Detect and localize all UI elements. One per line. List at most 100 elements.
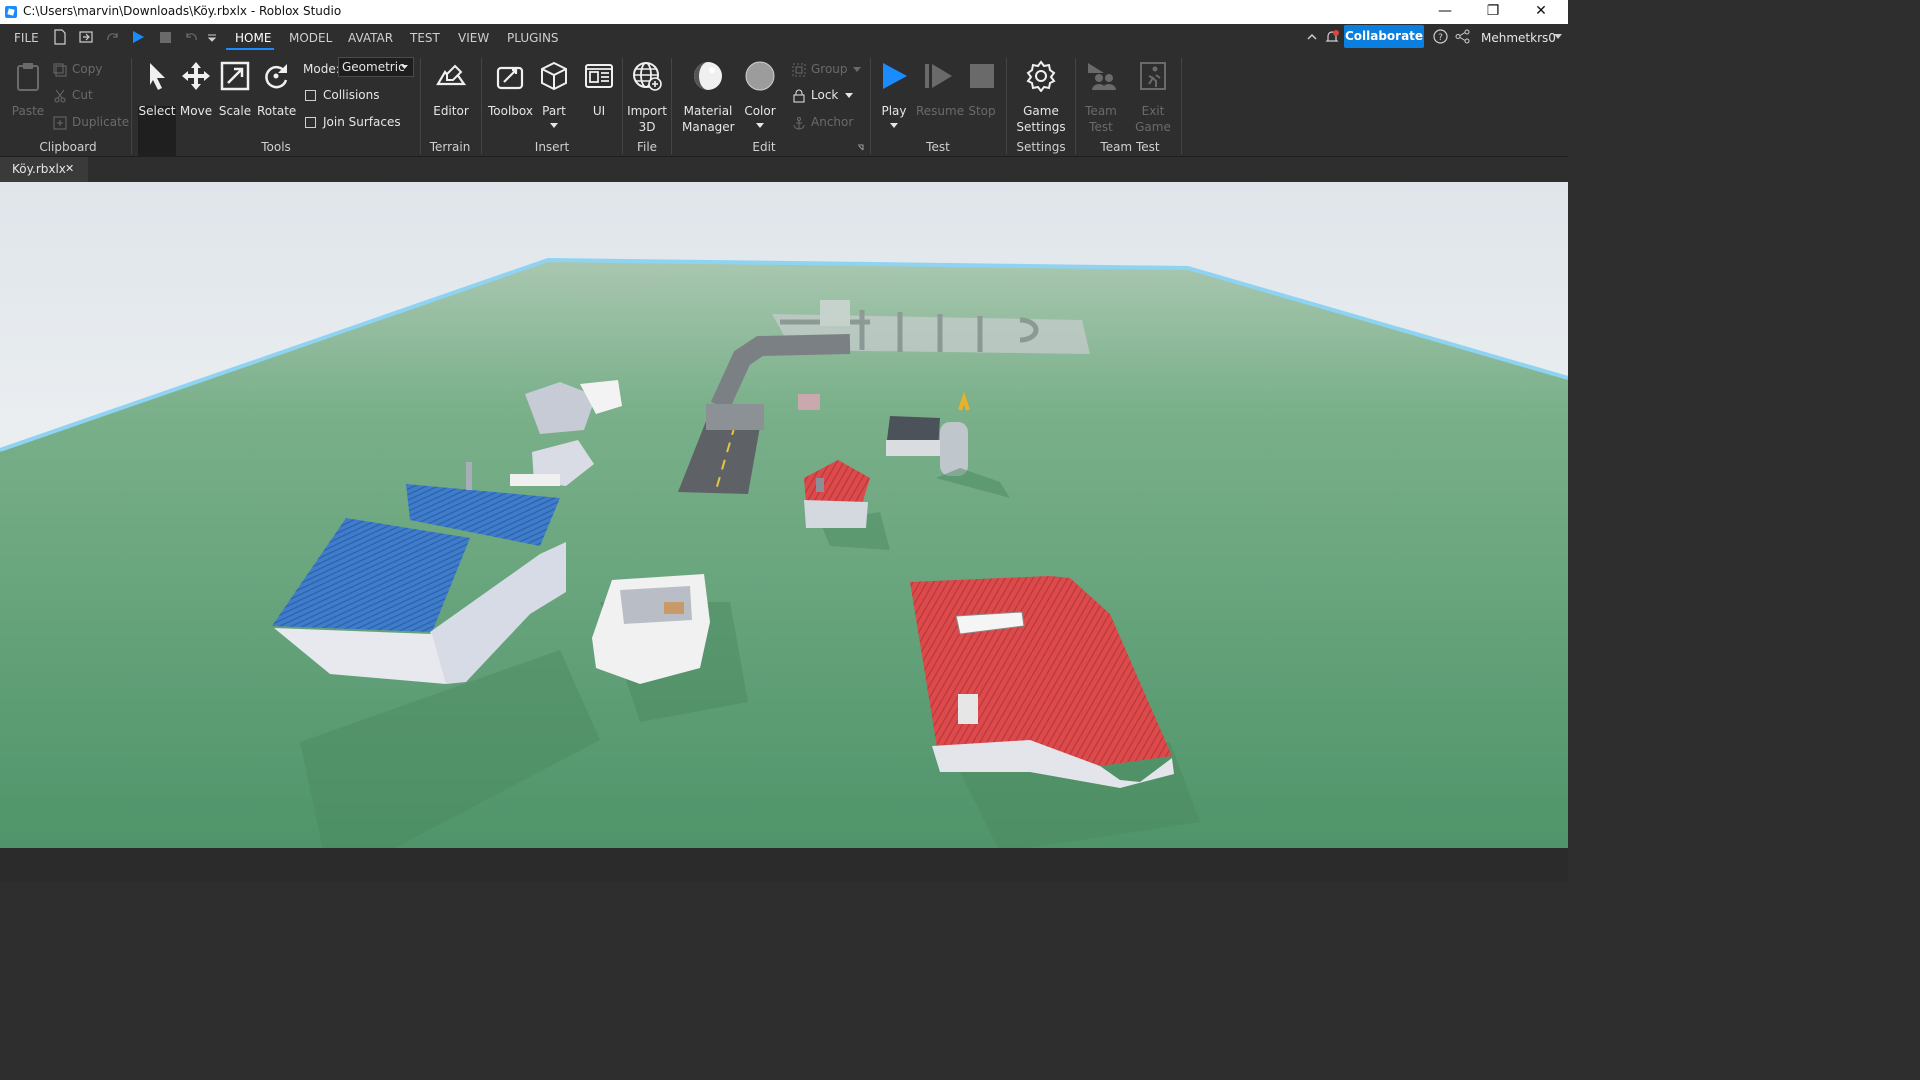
rotate-tool-button[interactable]: Rotate [257, 60, 297, 119]
minimize-button[interactable]: — [1422, 0, 1468, 24]
scale-tool-button[interactable]: Scale [217, 60, 253, 119]
group-icon [792, 63, 806, 76]
quick-access-dropdown-icon[interactable] [207, 29, 217, 45]
part-button[interactable]: Part [536, 60, 572, 129]
lock-dropdown-icon[interactable] [845, 93, 853, 99]
terrain-editor-icon [436, 64, 467, 86]
resume-icon [925, 64, 952, 88]
copy-button[interactable]: Copy [53, 62, 102, 77]
publish-icon[interactable] [79, 29, 93, 45]
mode-value: Geometric [342, 60, 405, 74]
lock-button[interactable]: Lock [792, 88, 838, 103]
document-tab-close-button[interactable]: ✕ [65, 162, 74, 175]
separator [131, 58, 132, 154]
color-button[interactable]: Color [742, 60, 778, 129]
clipboard-group-label: Clipboard [39, 140, 97, 154]
collisions-toggle[interactable]: Collisions [305, 88, 380, 102]
scale-label: Scale [218, 104, 252, 118]
redo-icon[interactable] [105, 29, 119, 45]
game-settings-label-1: Game [1023, 104, 1059, 118]
tab-model[interactable]: MODEL [289, 31, 332, 45]
play-button[interactable]: Play [876, 60, 912, 129]
tab-test[interactable]: TEST [410, 31, 440, 45]
exit-game-icon [1140, 62, 1166, 90]
group-dropdown-icon[interactable] [853, 67, 861, 73]
move-tool-button[interactable]: Move [178, 60, 214, 119]
import-3d-globe-icon [633, 62, 662, 91]
scale-icon [220, 61, 250, 91]
resume-button[interactable]: Resume [916, 60, 964, 119]
join-surfaces-toggle[interactable]: Join Surfaces [305, 115, 401, 129]
separator [671, 58, 672, 154]
game-settings-button[interactable]: Game Settings [1014, 60, 1068, 135]
terrain-group-label: Terrain [429, 140, 471, 154]
separator [481, 58, 482, 154]
select-tool-button[interactable]: Select [138, 60, 176, 119]
play-dropdown-icon[interactable] [890, 123, 898, 129]
help-icon[interactable]: ? [1433, 29, 1448, 44]
svg-text:?: ? [1438, 33, 1443, 43]
tab-avatar[interactable]: AVATAR [348, 31, 393, 45]
team-test-label-1: Team [1085, 104, 1117, 118]
rotate-label: Rotate [257, 104, 297, 118]
color-label: Color [744, 104, 776, 118]
exit-game-label-2: Game [1135, 120, 1171, 134]
mode-dropdown-icon [401, 65, 408, 69]
close-window-button[interactable]: ✕ [1518, 0, 1564, 24]
share-icon[interactable] [1455, 29, 1470, 44]
cut-button[interactable]: Cut [53, 88, 93, 103]
undo-icon[interactable] [185, 29, 199, 45]
restore-button[interactable]: ❐ [1470, 0, 1516, 24]
terrain-editor-button[interactable]: Editor [430, 60, 472, 119]
group-button[interactable]: Group [792, 62, 848, 77]
username[interactable]: Mehmetkrs0 [1481, 31, 1556, 45]
document-tab[interactable]: Köy.rbxlx ✕ [0, 157, 88, 184]
play-icon [883, 63, 907, 89]
user-dropdown-icon[interactable] [1554, 34, 1562, 40]
paste-button[interactable]: Paste [10, 60, 46, 119]
import-3d-button[interactable]: Import 3D [626, 60, 668, 135]
play-quick-icon[interactable] [131, 29, 145, 45]
new-file-icon[interactable] [53, 29, 67, 45]
collapse-ribbon-icon[interactable] [1306, 31, 1318, 43]
stop-button[interactable]: Stop [964, 60, 1000, 119]
document-tab-name: Köy.rbxlx [12, 162, 66, 176]
tab-home[interactable]: HOME [235, 31, 271, 45]
toolbox-button[interactable]: Toolbox [488, 60, 533, 119]
color-swatch-icon [745, 61, 775, 91]
3d-viewport[interactable] [0, 182, 1568, 848]
tab-view[interactable]: VIEW [458, 31, 489, 45]
collaborate-button[interactable]: Collaborate [1344, 25, 1424, 48]
team-test-group-label: Team Test [1100, 140, 1160, 154]
material-manager-button[interactable]: Material Manager [682, 60, 735, 135]
color-dropdown-icon[interactable] [756, 123, 764, 129]
exit-game-button[interactable]: Exit Game [1134, 60, 1172, 135]
toolbox-icon [496, 66, 524, 90]
file-menu[interactable]: FILE [14, 31, 39, 45]
material-manager-label-1: Material [683, 104, 733, 118]
exit-game-label-1: Exit [1141, 104, 1165, 118]
anchor-button[interactable]: Anchor [792, 115, 853, 130]
duplicate-button[interactable]: Duplicate [53, 115, 129, 130]
tab-plugins[interactable]: PLUGINS [507, 31, 559, 45]
part-dropdown-icon[interactable] [550, 123, 558, 129]
join-surfaces-checkbox[interactable] [305, 117, 316, 128]
paste-label: Paste [11, 104, 45, 118]
ribbon-toolbar: Paste Copy Cut Duplicate Clipboard Selec… [0, 50, 1568, 186]
mode-dropdown[interactable]: Geometric [338, 57, 414, 77]
material-manager-icon [694, 62, 722, 90]
mode-label: Mode: [303, 62, 340, 76]
edit-expand-icon[interactable] [857, 144, 864, 151]
notifications-icon[interactable] [1325, 29, 1339, 45]
ui-button[interactable]: UI [582, 60, 616, 119]
separator [622, 58, 623, 154]
collisions-label: Collisions [323, 88, 380, 102]
settings-group-label: Settings [1016, 140, 1066, 154]
duplicate-icon [53, 116, 67, 129]
team-test-button[interactable]: Team Test [1082, 60, 1120, 135]
small-shed [798, 394, 820, 410]
part-label: Part [542, 104, 566, 118]
collisions-checkbox[interactable] [305, 90, 316, 101]
stop-quick-icon[interactable] [159, 29, 173, 45]
select-label: Select [138, 104, 176, 118]
